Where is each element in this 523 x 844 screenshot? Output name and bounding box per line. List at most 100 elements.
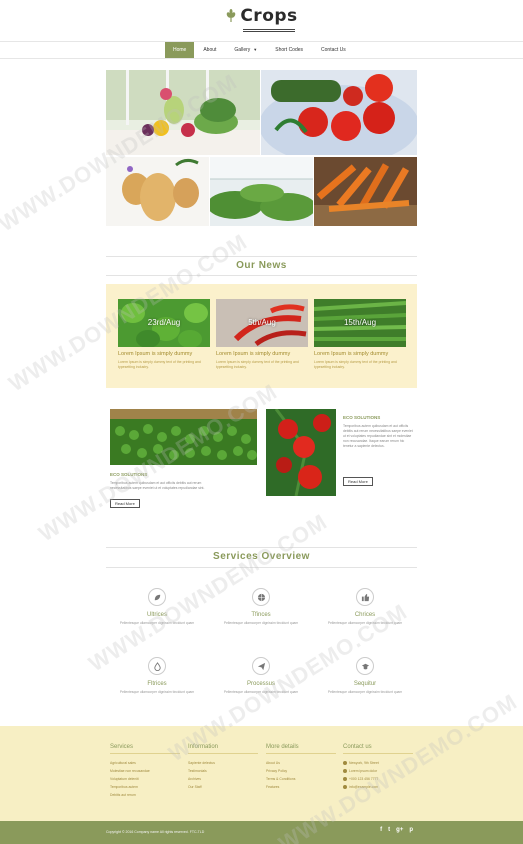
news-heading: Our News bbox=[236, 260, 287, 271]
footer-column-services: Services Agricultural sales Molestiae no… bbox=[110, 744, 180, 799]
footer-contact-address: Newyork, 9th Street bbox=[343, 759, 413, 767]
news-divider-bottom bbox=[106, 275, 417, 276]
service-item[interactable]: Chrices Pellentesque ullamcorper digniss… bbox=[319, 588, 411, 626]
footer-column-contact: Contact us Newyork, 9th Street Lorem ips… bbox=[343, 744, 413, 791]
home-icon bbox=[343, 769, 347, 773]
news-image-chilies: 5th/Aug bbox=[216, 299, 308, 347]
bottom-bar: Copyright © 2016 Company name All rights… bbox=[0, 821, 523, 844]
facebook-icon[interactable]: f bbox=[380, 827, 382, 833]
nav-item-home[interactable]: Home bbox=[165, 42, 195, 58]
news-excerpt: Lorem Ipsum is simply dummy text of the … bbox=[118, 360, 201, 369]
service-item[interactable]: Tfinces Pellentesque ullamcorper digniss… bbox=[215, 588, 307, 626]
news-card[interactable]: 23rd/Aug Lorem Ipsum is simply dummy Lor… bbox=[118, 299, 210, 370]
wheat-icon bbox=[227, 9, 236, 22]
eco-left-text: Temporibus autem quibusdam et aut offici… bbox=[110, 481, 205, 490]
footer-link[interactable]: Debitis aut rerum bbox=[110, 791, 180, 799]
phone-icon bbox=[343, 777, 347, 781]
footer-link[interactable]: About Us bbox=[266, 759, 336, 767]
caret-down-icon: ▼ bbox=[253, 47, 258, 52]
nav-item-contact[interactable]: Contact Us bbox=[312, 42, 355, 58]
site-footer: Services Agricultural sales Molestiae no… bbox=[0, 726, 523, 821]
graduation-cap-icon bbox=[356, 657, 374, 675]
footer-contact-address-line: Lorem ipsum dolor bbox=[343, 767, 413, 775]
footer-link[interactable]: Temporibus autem bbox=[110, 783, 180, 791]
service-item[interactable]: Sequitur Pellentesque ullamcorper dignis… bbox=[319, 657, 411, 695]
service-name: Processus bbox=[246, 681, 275, 687]
service-name: Fltrices bbox=[147, 681, 167, 687]
contact-text: info@example.com bbox=[349, 785, 379, 789]
news-image-peppers: 23rd/Aug bbox=[118, 299, 210, 347]
pinterest-icon[interactable]: p bbox=[409, 827, 413, 833]
footer-link[interactable]: Molestiae non recusandae bbox=[110, 767, 180, 775]
thumbs-up-icon bbox=[356, 588, 374, 606]
news-section: 23rd/Aug Lorem Ipsum is simply dummy Lor… bbox=[106, 284, 417, 388]
gallery-image-carrots[interactable] bbox=[314, 157, 417, 226]
services-heading: Services Overview bbox=[213, 551, 310, 562]
service-text: Pellentesque ullamcorper dignissim tinci… bbox=[223, 621, 299, 625]
footer-column-more-details: More details About Us Privacy Policy Ter… bbox=[266, 744, 336, 791]
service-item[interactable]: Ultrices Pellentesque ullamcorper dignis… bbox=[111, 588, 203, 626]
logo-underline bbox=[242, 29, 295, 32]
news-date: 23rd/Aug bbox=[147, 318, 181, 327]
news-card[interactable]: 15th/Aug Lorem Ipsum is simply dummy Lor… bbox=[314, 299, 406, 370]
main-nav: Home About Gallery ▼ Short Codes Contact … bbox=[0, 41, 523, 59]
footer-link[interactable]: Sapiente delectus bbox=[188, 759, 258, 767]
service-item[interactable]: Fltrices Pellentesque ullamcorper dignis… bbox=[111, 657, 203, 695]
globe-icon bbox=[252, 588, 270, 606]
gallery-image-vegetables-window[interactable] bbox=[106, 70, 260, 155]
news-title[interactable]: Lorem Ipsum is simply dummy bbox=[314, 351, 406, 357]
service-text: Pellentesque ullamcorper dignissim tinci… bbox=[327, 621, 403, 625]
footer-link[interactable]: Privacy Policy bbox=[266, 767, 336, 775]
footer-link[interactable]: Voluptatum deleniti bbox=[110, 775, 180, 783]
news-divider-top bbox=[106, 256, 417, 257]
eco-left-label: ECO SOLUTIONS bbox=[110, 472, 148, 477]
paper-plane-icon bbox=[252, 657, 270, 675]
footer-link[interactable]: Agricultural sales bbox=[110, 759, 180, 767]
location-icon bbox=[343, 761, 347, 765]
drop-icon bbox=[148, 657, 166, 675]
nav-item-gallery[interactable]: Gallery ▼ bbox=[225, 42, 266, 58]
nav-item-about[interactable]: About bbox=[194, 42, 225, 58]
footer-heading: Services bbox=[110, 744, 180, 754]
service-name: Tfinces bbox=[251, 612, 271, 618]
footer-link[interactable]: Our Staff bbox=[188, 783, 258, 791]
footer-link[interactable]: Features bbox=[266, 783, 336, 791]
news-date: 5th/Aug bbox=[248, 318, 276, 327]
contact-text: +000 123 456 7777 bbox=[349, 777, 379, 781]
service-text: Pellentesque ullamcorper dignissim tinci… bbox=[119, 621, 195, 625]
nav-item-gallery-label: Gallery bbox=[234, 47, 251, 53]
nav-item-short-codes[interactable]: Short Codes bbox=[266, 42, 312, 58]
footer-link[interactable]: Archives bbox=[188, 775, 258, 783]
footer-link[interactable]: Testimonials bbox=[188, 767, 258, 775]
google-plus-icon[interactable]: g+ bbox=[396, 827, 403, 833]
service-text: Pellentesque ullamcorper dignissim tinci… bbox=[223, 690, 299, 694]
news-image-beans: 15th/Aug bbox=[314, 299, 406, 347]
footer-heading: More details bbox=[266, 744, 336, 754]
eco-image-peas bbox=[110, 409, 257, 465]
gallery-image-tomatoes-cucumber[interactable] bbox=[261, 70, 417, 155]
copyright-text: Copyright © 2016 Company name All rights… bbox=[106, 830, 205, 834]
footer-link[interactable]: Terms & Conditions bbox=[266, 775, 336, 783]
eco-right-read-more-button[interactable]: Read More bbox=[343, 477, 373, 486]
service-item[interactable]: Processus Pellentesque ullamcorper digni… bbox=[215, 657, 307, 695]
gallery-image-potatoes[interactable] bbox=[106, 157, 209, 226]
photo-gallery-grid bbox=[106, 70, 417, 226]
service-name: Sequitur bbox=[353, 681, 377, 687]
footer-contact-phone: +000 123 456 7777 bbox=[343, 775, 413, 783]
site-logo[interactable]: Crops bbox=[0, 6, 523, 32]
service-text: Pellentesque ullamcorper dignissim tinci… bbox=[119, 690, 195, 694]
eco-right-text: Temporibus autem quibusdam et aut offici… bbox=[343, 424, 413, 448]
footer-heading: Contact us bbox=[343, 744, 413, 754]
services-divider-bottom bbox=[106, 567, 417, 568]
footer-contact-email[interactable]: info@example.com bbox=[343, 783, 413, 791]
eco-left-read-more-button[interactable]: Read More bbox=[110, 499, 140, 508]
leaf-icon bbox=[148, 588, 166, 606]
news-title[interactable]: Lorem Ipsum is simply dummy bbox=[216, 351, 308, 357]
footer-column-information: Information Sapiente delectus Testimonia… bbox=[188, 744, 258, 791]
twitter-icon[interactable]: t bbox=[388, 827, 390, 833]
news-card[interactable]: 5th/Aug Lorem Ipsum is simply dummy Lore… bbox=[216, 299, 308, 370]
news-title[interactable]: Lorem Ipsum is simply dummy bbox=[118, 351, 210, 357]
gallery-image-greenhouse[interactable] bbox=[210, 157, 313, 226]
news-date: 15th/Aug bbox=[343, 318, 377, 327]
eco-right-label: ECO SOLUTIONS bbox=[343, 415, 381, 420]
